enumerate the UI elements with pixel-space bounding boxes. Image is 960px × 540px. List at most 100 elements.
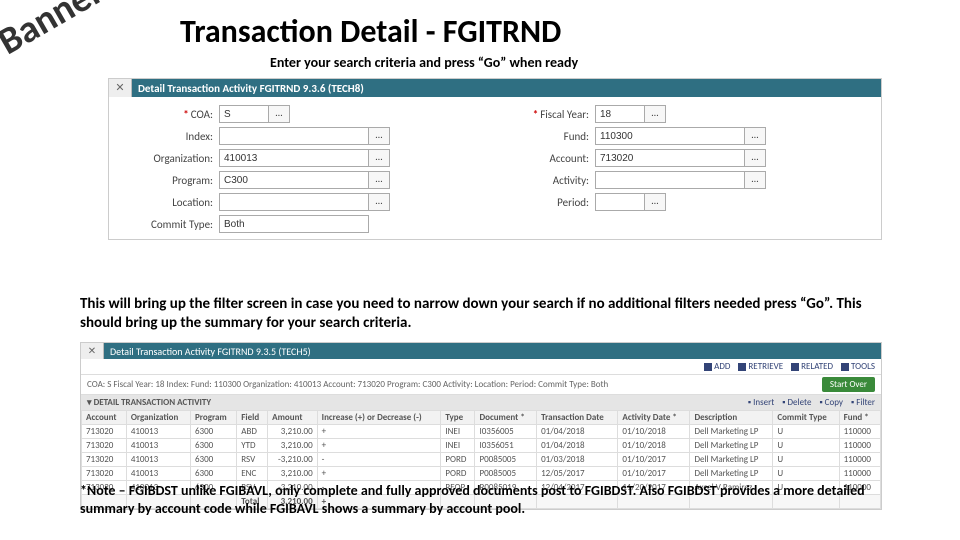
cell: I0356005: [475, 425, 537, 439]
section-copy[interactable]: ▪ Copy: [819, 397, 843, 408]
field-label: Location:: [119, 196, 219, 209]
field-input[interactable]: [595, 149, 745, 167]
cell: U: [773, 453, 839, 467]
col-header[interactable]: Fund *: [839, 411, 880, 425]
cell: YTD: [237, 439, 268, 453]
lookup-icon[interactable]: …: [645, 193, 666, 211]
cell: Dell Marketing LP: [690, 439, 773, 453]
cell: 12/05/2017: [537, 467, 618, 481]
cell: RSV: [237, 453, 268, 467]
close-icon[interactable]: ✕: [81, 343, 104, 359]
lookup-icon[interactable]: …: [745, 127, 766, 145]
breadcrumb-text: COA: S Fiscal Year: 18 Index: Fund: 1103…: [87, 379, 608, 390]
col-header[interactable]: Description: [690, 411, 773, 425]
cell: 110000: [839, 425, 880, 439]
section-filter[interactable]: ▪ Filter: [851, 397, 875, 408]
table-row[interactable]: 7130204100136300RSV-3,210.00-PORDP008500…: [82, 453, 881, 467]
toolbar-tools[interactable]: TOOLS: [841, 361, 875, 372]
cell: +: [317, 425, 441, 439]
field-label: *Fiscal Year:: [495, 108, 595, 121]
field-input[interactable]: [219, 127, 369, 145]
table-row[interactable]: 7130204100136300ABD3,210.00+INEII0356005…: [82, 425, 881, 439]
toolbar: ADD RETRIEVE RELATED TOOLS: [81, 359, 881, 375]
field-input[interactable]: [219, 215, 369, 233]
lookup-icon[interactable]: …: [369, 127, 390, 145]
section-insert[interactable]: ▪ Insert: [748, 397, 774, 408]
cell: Dell Marketing LP: [690, 425, 773, 439]
close-icon[interactable]: ✕: [109, 79, 132, 97]
results-header: ✕ Detail Transaction Activity FGITRND 9.…: [81, 343, 881, 359]
field-input[interactable]: [595, 171, 745, 189]
field-label: Program:: [119, 174, 219, 187]
field-input[interactable]: [595, 105, 645, 123]
lookup-icon[interactable]: …: [369, 171, 390, 189]
field-input[interactable]: [219, 171, 369, 189]
toolbar-add[interactable]: ADD: [704, 361, 730, 372]
cell: 410013: [126, 439, 190, 453]
lookup-icon[interactable]: …: [645, 105, 666, 123]
lookup-icon[interactable]: …: [269, 105, 290, 123]
col-header[interactable]: Document *: [475, 411, 537, 425]
cell: 01/10/2017: [618, 467, 690, 481]
col-header[interactable]: Type: [441, 411, 475, 425]
col-header[interactable]: Account: [82, 411, 127, 425]
col-header[interactable]: Program: [190, 411, 236, 425]
cell: 3,210.00: [268, 467, 318, 481]
cell: 6300: [190, 467, 236, 481]
field-label: *COA:: [119, 108, 219, 121]
field-input[interactable]: [219, 149, 369, 167]
cell: 6300: [190, 453, 236, 467]
col-header[interactable]: Increase (+) or Decrease (-): [317, 411, 441, 425]
table-row[interactable]: 7130204100136300ENC3,210.00+PORDP0085005…: [82, 467, 881, 481]
search-panel: ✕ Detail Transaction Activity FGITRND 9.…: [108, 78, 882, 240]
toolbar-retrieve[interactable]: RETRIEVE: [738, 361, 783, 372]
col-header[interactable]: Commit Type: [773, 411, 839, 425]
table-row[interactable]: 7130204100136300YTD3,210.00+INEII0356051…: [82, 439, 881, 453]
col-header[interactable]: Transaction Date: [537, 411, 618, 425]
cell: P0085005: [475, 453, 537, 467]
cell: Dell Marketing LP: [690, 467, 773, 481]
field-input[interactable]: [595, 193, 645, 211]
cell: INEI: [441, 439, 475, 453]
field-label: Index:: [119, 130, 219, 143]
cell: 713020: [82, 467, 127, 481]
tools-icon: [841, 363, 849, 371]
cell: 410013: [126, 453, 190, 467]
cell: 01/10/2017: [618, 453, 690, 467]
cell: U: [773, 425, 839, 439]
cell: ENC: [237, 467, 268, 481]
cell: ABD: [237, 425, 268, 439]
field-label: Period:: [495, 196, 595, 209]
cell: P0085005: [475, 467, 537, 481]
field-input[interactable]: [595, 127, 745, 145]
col-header[interactable]: Organization: [126, 411, 190, 425]
lookup-icon[interactable]: …: [369, 193, 390, 211]
field-input[interactable]: [219, 105, 269, 123]
field-input[interactable]: [219, 193, 369, 211]
cell: 110000: [839, 439, 880, 453]
start-over-button[interactable]: Start Over: [822, 377, 875, 392]
cell: INEI: [441, 425, 475, 439]
cell: 110000: [839, 467, 880, 481]
col-header[interactable]: Amount: [268, 411, 318, 425]
page-subtitle: Enter your search criteria and press “Go…: [270, 54, 578, 71]
cell: 713020: [82, 439, 127, 453]
cell: +: [317, 439, 441, 453]
lookup-icon[interactable]: …: [369, 149, 390, 167]
col-header[interactable]: Field: [237, 411, 268, 425]
watermark: Banner 9: [0, 0, 135, 65]
toolbar-related[interactable]: RELATED: [791, 361, 833, 372]
col-header[interactable]: Activity Date *: [618, 411, 690, 425]
cell: 01/04/2018: [537, 425, 618, 439]
instruction-text-1: This will bring up the filter screen in …: [80, 295, 880, 333]
section-label: ▾ DETAIL TRANSACTION ACTIVITY: [87, 397, 211, 408]
cell: 6300: [190, 425, 236, 439]
panel-header: ✕ Detail Transaction Activity FGITRND 9.…: [109, 79, 881, 97]
field-label: Activity:: [495, 174, 595, 187]
lookup-icon[interactable]: …: [745, 149, 766, 167]
section-delete[interactable]: ▪ Delete: [782, 397, 811, 408]
cell: 713020: [82, 453, 127, 467]
cell: U: [773, 439, 839, 453]
lookup-icon[interactable]: …: [745, 171, 766, 189]
field-label: Account:: [495, 152, 595, 165]
